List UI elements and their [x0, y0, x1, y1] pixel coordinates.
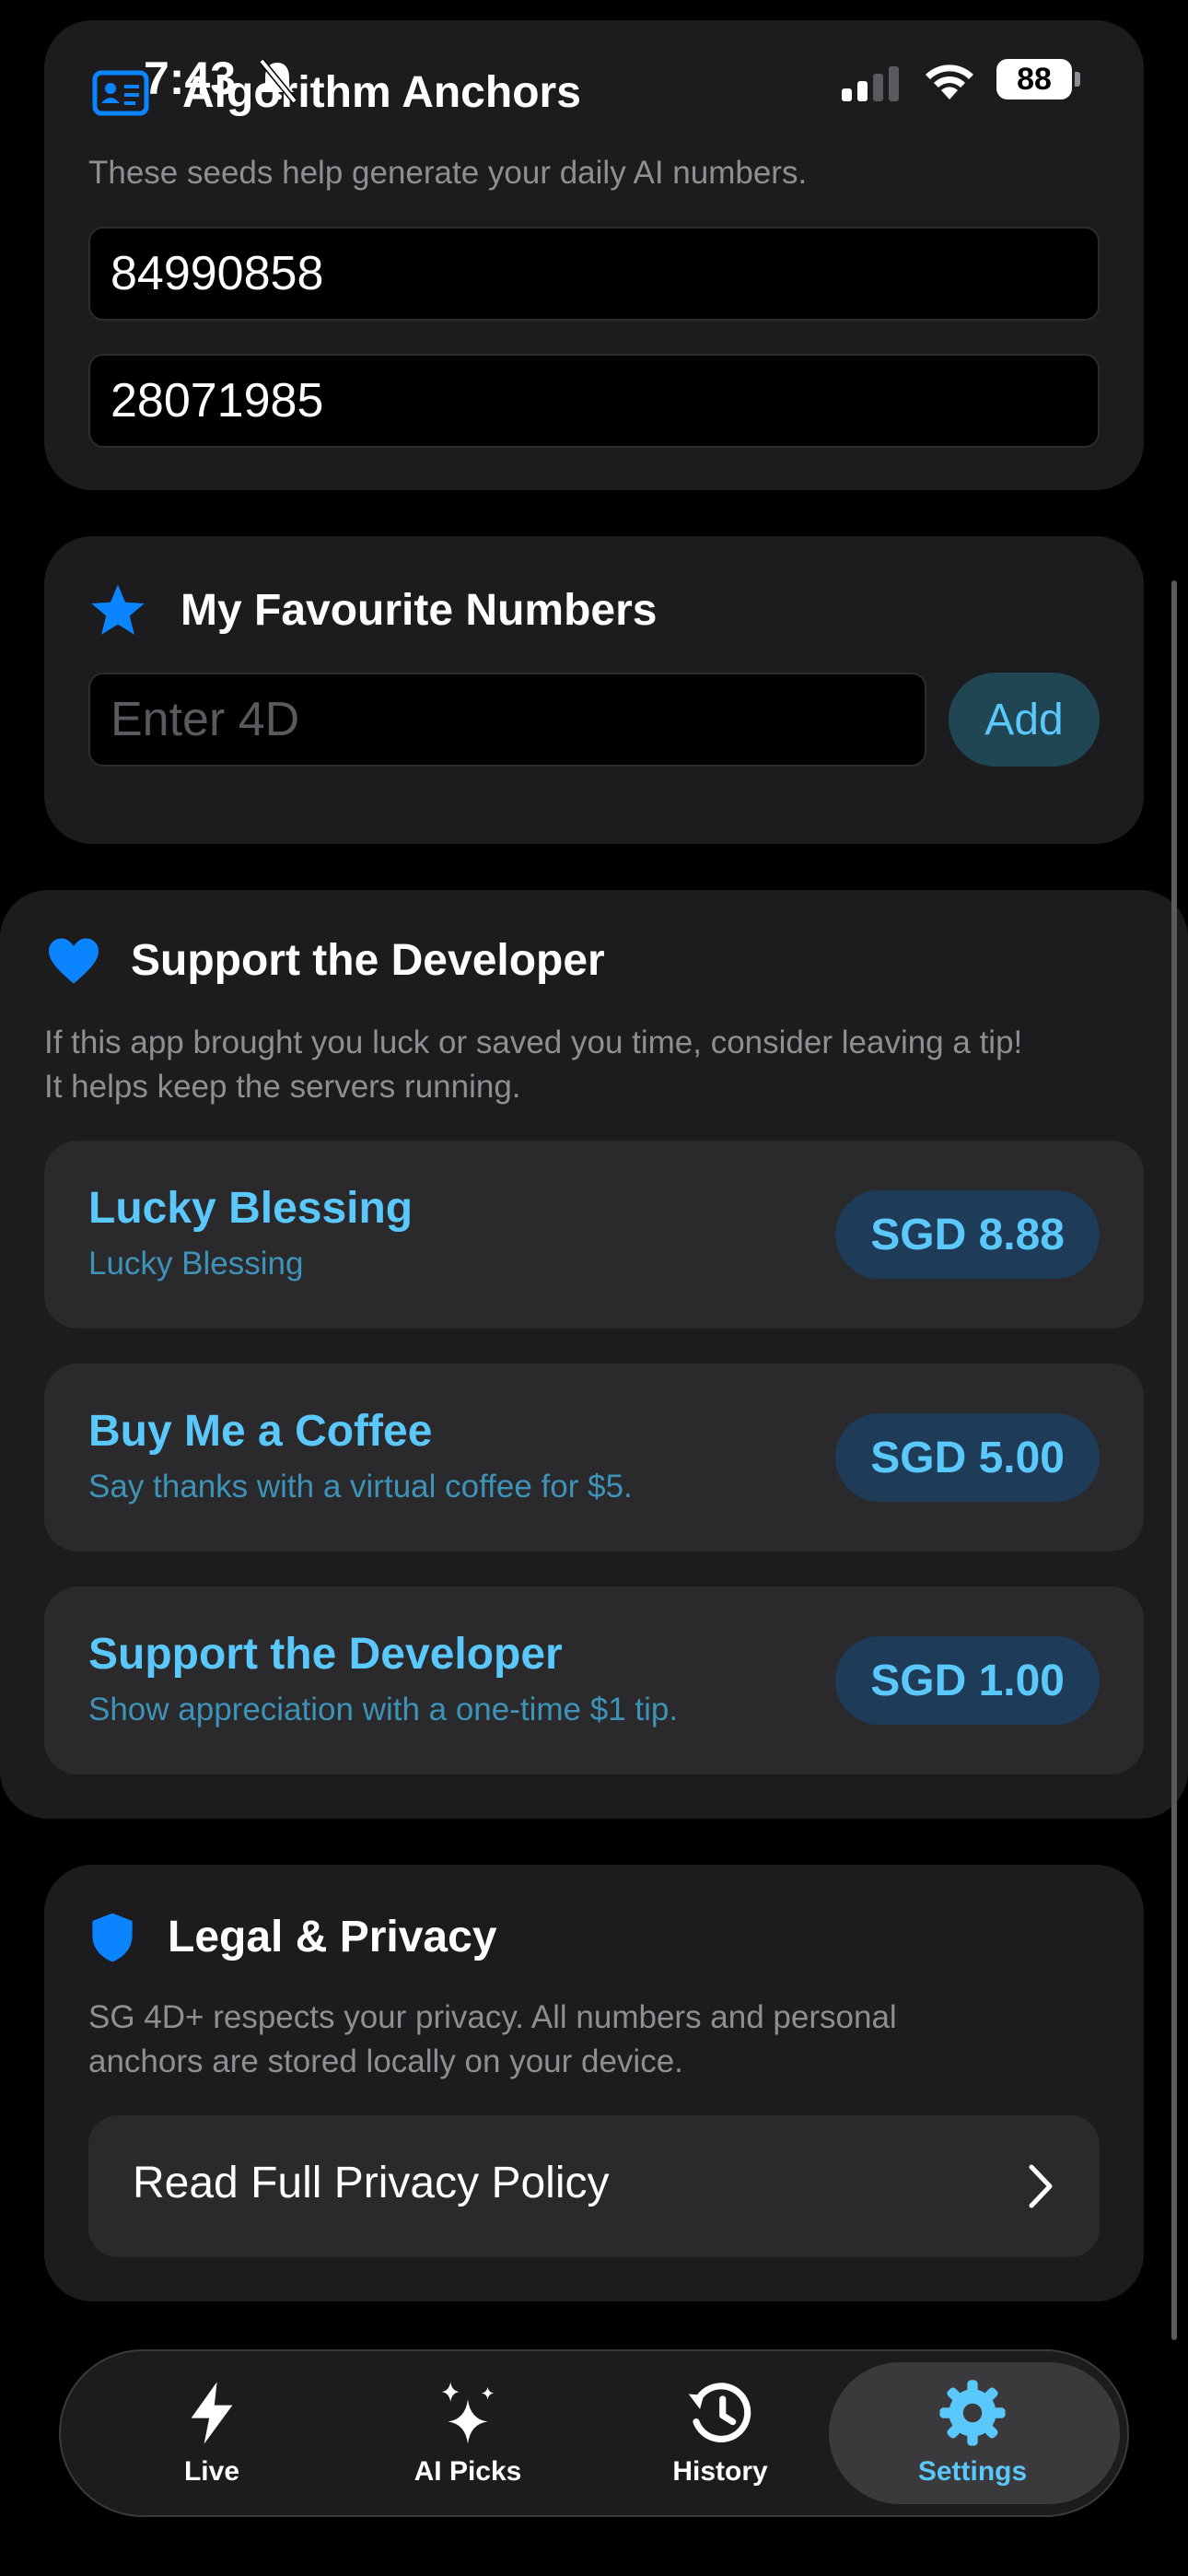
- cellular-signal-icon: [842, 66, 899, 101]
- seed-input-2[interactable]: 28071985: [88, 354, 1100, 448]
- shield-icon: [92, 1913, 133, 1962]
- bolt-icon: [191, 2382, 233, 2444]
- tab-label: AI Picks: [413, 2456, 522, 2487]
- anchors-description: These seeds help generate your daily AI …: [88, 155, 808, 191]
- seed-input-1[interactable]: 84990858: [88, 227, 1100, 321]
- history-clock-icon: [688, 2383, 751, 2442]
- tip-option-buy-coffee[interactable]: Buy Me a Coffee Say thanks with a virtua…: [44, 1364, 1144, 1551]
- support-description-line2: It helps keep the servers running.: [44, 1069, 521, 1105]
- legal-title: Legal & Privacy: [168, 1913, 497, 1961]
- tip-price-button[interactable]: SGD 5.00: [835, 1413, 1100, 1502]
- seed-value-2: 28071985: [111, 374, 324, 427]
- tab-label: History: [672, 2456, 768, 2487]
- tip-option-lucky-blessing[interactable]: Lucky Blessing Lucky Blessing SGD 8.88: [44, 1141, 1144, 1329]
- battery-level: 88: [1017, 61, 1052, 97]
- tip-price-button[interactable]: SGD 1.00: [835, 1636, 1100, 1725]
- tip-option-support-developer[interactable]: Support the Developer Show appreciation …: [44, 1587, 1144, 1774]
- tab-ai-picks[interactable]: AI Picks: [357, 2368, 578, 2506]
- battery-cap: [1075, 72, 1080, 87]
- status-time: 7:43: [144, 53, 237, 104]
- gear-icon: [939, 2380, 1006, 2446]
- add-button[interactable]: Add: [949, 673, 1100, 767]
- tip-price-button[interactable]: SGD 8.88: [835, 1190, 1100, 1279]
- tab-live[interactable]: Live: [101, 2368, 322, 2506]
- tab-settings[interactable]: Settings: [862, 2368, 1083, 2506]
- tip-subtitle: Lucky Blessing: [88, 1246, 304, 1282]
- tab-label: Settings: [917, 2456, 1028, 2487]
- tip-name: Buy Me a Coffee: [88, 1407, 433, 1456]
- enter-4d-input[interactable]: Enter 4D: [88, 673, 926, 767]
- support-description-line1: If this app brought you luck or saved yo…: [44, 1025, 1023, 1060]
- legal-description-line1: SG 4D+ respects your privacy. All number…: [88, 1999, 897, 2035]
- tab-history[interactable]: History: [610, 2368, 831, 2506]
- tip-subtitle: Show appreciation with a one-time $1 tip…: [88, 1692, 679, 1727]
- tab-label: Live: [183, 2456, 240, 2487]
- enter-4d-placeholder: Enter 4D: [111, 693, 300, 746]
- support-title: Support the Developer: [131, 936, 605, 985]
- battery-icon: 88: [996, 59, 1072, 100]
- sparkles-icon: [441, 2382, 495, 2444]
- legal-description-line2: anchors are stored locally on your devic…: [88, 2043, 683, 2079]
- seed-value-1: 84990858: [111, 247, 324, 300]
- chevron-right-icon: [1029, 2164, 1053, 2208]
- anchors-title: Algorithm Anchors: [182, 68, 581, 117]
- privacy-policy-link[interactable]: Read Full Privacy Policy: [88, 2115, 1100, 2257]
- add-label: Add: [984, 695, 1064, 744]
- wifi-icon: [926, 64, 973, 100]
- heart-icon: [49, 938, 99, 984]
- scroll-indicator[interactable]: [1171, 580, 1177, 2340]
- contact-card-icon: [92, 70, 149, 116]
- tip-name: Support the Developer: [88, 1630, 563, 1679]
- privacy-policy-label: Read Full Privacy Policy: [133, 2159, 610, 2207]
- star-icon: [91, 584, 145, 635]
- favourites-title: My Favourite Numbers: [181, 586, 658, 635]
- silent-bell-icon: [259, 58, 297, 104]
- tip-name: Lucky Blessing: [88, 1184, 413, 1233]
- tip-subtitle: Say thanks with a virtual coffee for $5.: [88, 1469, 633, 1505]
